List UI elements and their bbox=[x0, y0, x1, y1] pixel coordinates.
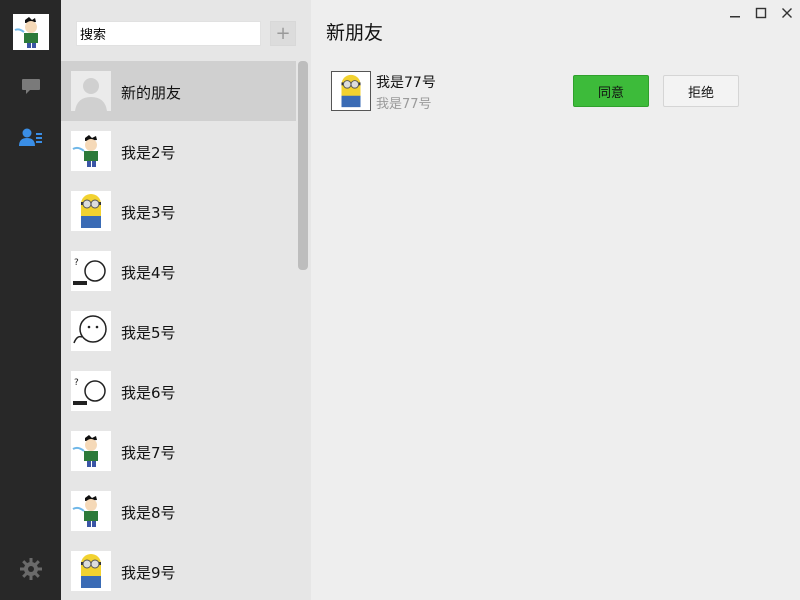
doodle-face-avatar bbox=[71, 311, 111, 351]
contact-name: 我是8号 bbox=[121, 504, 176, 522]
minion-avatar bbox=[71, 191, 111, 231]
contact-list-pane: + 新的朋友 我是2号 我是3号 ? 我是4号 bbox=[61, 0, 311, 600]
contact-name: 我是2号 bbox=[121, 144, 176, 162]
placeholder-avatar bbox=[71, 71, 111, 111]
cartoon-boy-avatar bbox=[71, 131, 111, 171]
page-title: 新朋友 bbox=[326, 22, 384, 44]
contact-item-new-friends[interactable]: 新的朋友 bbox=[61, 61, 296, 121]
close-icon bbox=[782, 8, 792, 18]
add-contact-button[interactable]: + bbox=[270, 21, 296, 46]
svg-text:?: ? bbox=[74, 378, 79, 388]
request-name: 我是77号 bbox=[376, 75, 436, 91]
contact-name: 我是7号 bbox=[121, 444, 176, 462]
close-button[interactable] bbox=[774, 0, 800, 26]
chat-nav-button[interactable] bbox=[0, 68, 61, 104]
contact-name: 我是5号 bbox=[121, 324, 176, 342]
left-rail bbox=[0, 0, 61, 600]
contact-name: 我是4号 bbox=[121, 264, 176, 282]
contact-item[interactable]: ? 我是6号 bbox=[61, 361, 296, 421]
window-controls bbox=[722, 0, 800, 28]
minion-avatar bbox=[71, 551, 111, 591]
friend-request-card: 我是77号 我是77号 同意 拒绝 bbox=[331, 71, 751, 112]
contact-item[interactable]: 我是7号 bbox=[61, 421, 296, 481]
contact-item[interactable]: ? 我是4号 bbox=[61, 241, 296, 301]
agree-button[interactable]: 同意 bbox=[573, 75, 649, 107]
svg-text:?: ? bbox=[74, 258, 79, 268]
reject-button[interactable]: 拒绝 bbox=[663, 75, 739, 107]
doodle-face-avatar: ? bbox=[71, 251, 111, 291]
contact-item[interactable]: 我是5号 bbox=[61, 301, 296, 361]
contacts-nav-button[interactable] bbox=[0, 119, 61, 155]
cartoon-boy-avatar bbox=[71, 491, 111, 531]
contacts-icon bbox=[18, 128, 42, 146]
contact-item[interactable]: 我是3号 bbox=[61, 181, 296, 241]
gear-icon bbox=[19, 558, 42, 580]
contact-item[interactable]: 我是8号 bbox=[61, 481, 296, 541]
doodle-face-avatar: ? bbox=[71, 371, 111, 411]
contact-name: 我是3号 bbox=[121, 204, 176, 222]
minion-avatar bbox=[331, 71, 371, 111]
contact-list: 新的朋友 我是2号 我是3号 ? 我是4号 我是5号 ? 我是6号 我是7号 我… bbox=[61, 61, 296, 600]
contact-name: 我是6号 bbox=[121, 384, 176, 402]
search-box[interactable] bbox=[76, 21, 261, 46]
contact-list-scrollbar[interactable] bbox=[298, 61, 308, 270]
search-input[interactable] bbox=[77, 22, 260, 45]
contact-name: 新的朋友 bbox=[121, 84, 182, 102]
contact-item[interactable]: 我是2号 bbox=[61, 121, 296, 181]
settings-nav-button[interactable] bbox=[0, 551, 61, 587]
contact-name: 我是9号 bbox=[121, 564, 176, 582]
my-avatar[interactable] bbox=[13, 14, 49, 50]
minimize-button[interactable] bbox=[722, 0, 748, 26]
maximize-button[interactable] bbox=[748, 0, 774, 26]
maximize-icon bbox=[755, 7, 767, 19]
minimize-icon bbox=[730, 16, 740, 18]
chat-icon bbox=[21, 79, 40, 94]
contact-item[interactable]: 我是9号 bbox=[61, 541, 296, 600]
cartoon-boy-avatar bbox=[71, 431, 111, 471]
request-message: 我是77号 bbox=[376, 97, 432, 112]
